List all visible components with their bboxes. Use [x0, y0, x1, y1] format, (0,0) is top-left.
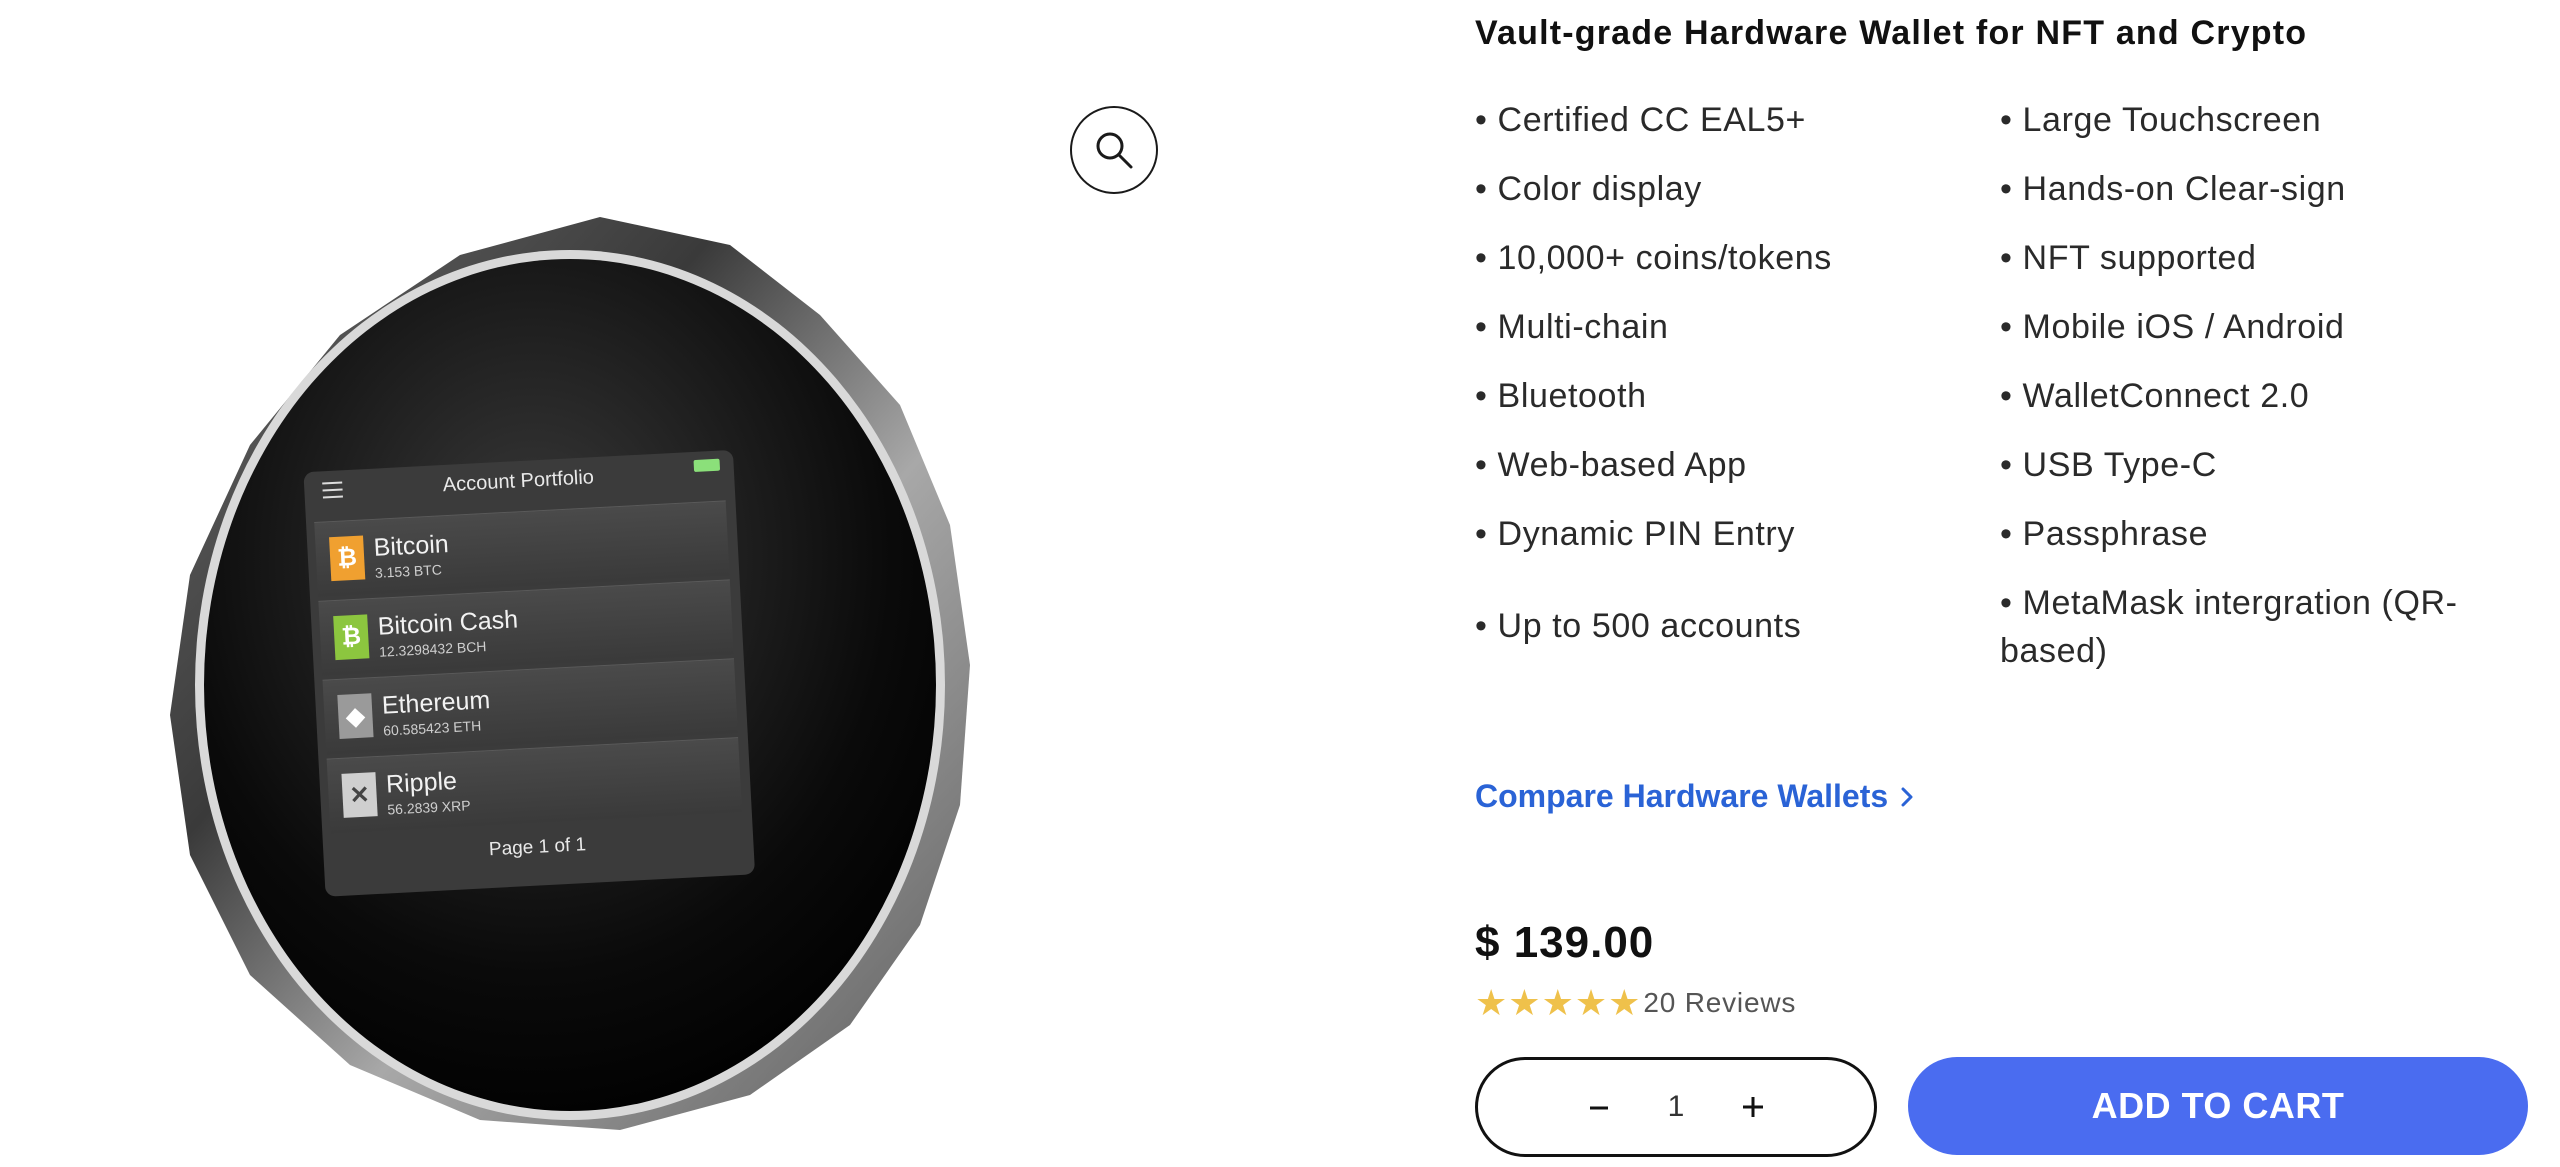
product-price: $ 139.00 [1475, 918, 1655, 967]
feature-item: • Large Touchscreen [2000, 101, 2322, 139]
feature-item: • Up to 500 accounts [1475, 607, 1802, 645]
star-icon: ★ [1508, 982, 1541, 1023]
minus-icon [1590, 1106, 1608, 1109]
star-icon: ★ [1541, 982, 1574, 1023]
feature-item: • Dynamic PIN Entry [1475, 515, 1795, 553]
decrease-quantity-button[interactable] [1579, 1086, 1619, 1129]
feature-item: • Web-based App [1475, 446, 1747, 484]
bitcoin-icon: ₿ [329, 535, 366, 582]
feature-item: • MetaMask intergration (QR- [2000, 584, 2458, 622]
coin-name: Ripple [385, 766, 458, 799]
quantity-stepper: 1 [1475, 1057, 1877, 1157]
rating[interactable]: ★ ★ ★ ★ ★ 20 Reviews [1475, 985, 1796, 1021]
star-icon: ★ [1475, 982, 1508, 1023]
add-to-cart-button[interactable]: ADD TO CART [1908, 1057, 2528, 1155]
zoom-button[interactable] [1070, 106, 1158, 194]
compare-link-label: Compare Hardware Wallets [1475, 778, 1889, 814]
product-title: Vault-grade Hardware Wallet for NFT and … [1475, 14, 2308, 52]
ethereum-icon: ◆ [337, 693, 374, 739]
page-indicator: Page 1 of 1 [488, 834, 587, 861]
feature-item: • WalletConnect 2.0 [2000, 377, 2310, 415]
bitcoin-cash-icon: ₿ [333, 614, 370, 661]
quantity-value[interactable]: 1 [1661, 1090, 1691, 1124]
coin-amount: 60.585423 ETH [382, 717, 482, 739]
magnifier-icon [1096, 132, 1133, 169]
screen-title: Account Portfolio [442, 465, 595, 496]
star-icon: ★ [1574, 982, 1608, 1023]
feature-item: • Multi-chain [1475, 308, 1669, 346]
feature-item: • Mobile iOS / Android [2000, 308, 2345, 346]
feature-item: • NFT supported [2000, 239, 2257, 277]
feature-item: • Hands-on Clear-sign [2000, 170, 2346, 208]
menu-icon [322, 481, 343, 499]
feature-item-continuation: based) [2000, 632, 2108, 670]
coin-row: ✕ Ripple 56.2839 XRP [326, 737, 742, 834]
feature-item: • Color display [1475, 170, 1702, 208]
ripple-icon: ✕ [341, 772, 378, 818]
feature-item: • Passphrase [2000, 515, 2209, 553]
star-icon: ★ [1608, 982, 1641, 1023]
coin-name: Bitcoin [372, 529, 450, 562]
feature-item: • USB Type-C [2000, 446, 2217, 484]
device-screen: Account Portfolio ₿ Bitcoin 3.153 BTC ₿ … [307, 444, 748, 885]
coin-amount: 3.153 BTC [374, 560, 443, 581]
compare-wallets-link[interactable]: Compare Hardware Wallets [1475, 778, 1914, 815]
battery-icon [693, 458, 721, 473]
chevron-right-icon [1901, 787, 1913, 806]
increase-quantity-button[interactable] [1733, 1086, 1773, 1129]
coin-amount: 56.2839 XRP [386, 796, 471, 818]
product-gallery: Account Portfolio ₿ Bitcoin 3.153 BTC ₿ … [0, 0, 1200, 1167]
feature-item: • Certified CC EAL5+ [1475, 101, 1806, 139]
coin-name: Bitcoin Cash [377, 604, 519, 641]
feature-item: • 10,000+ coins/tokens [1475, 239, 1832, 277]
feature-item: • Bluetooth [1475, 377, 1647, 415]
coin-name: Ethereum [381, 685, 491, 720]
plus-icon [1743, 1096, 1763, 1117]
review-count[interactable]: 20 Reviews [1643, 987, 1796, 1019]
